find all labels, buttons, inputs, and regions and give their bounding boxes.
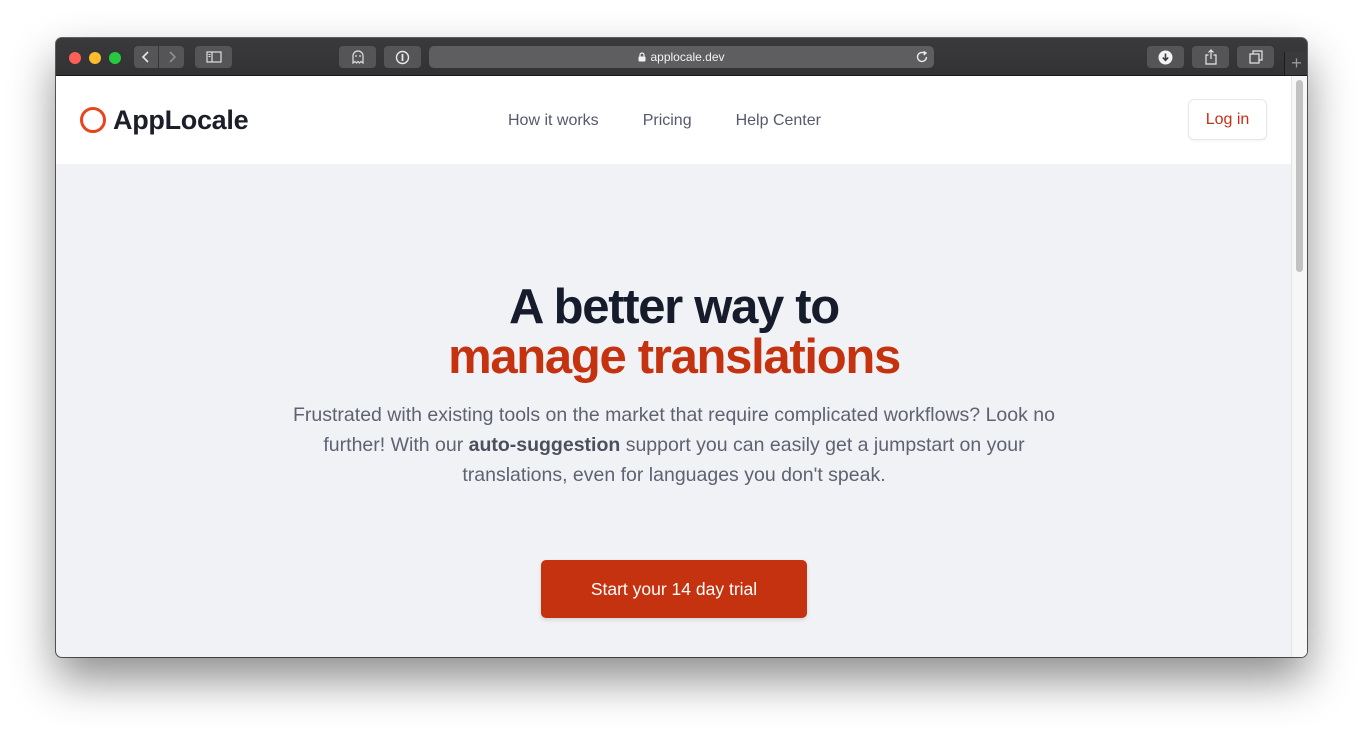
chevron-right-icon <box>168 51 176 63</box>
hero-section: A better way to manage translations Frus… <box>56 164 1292 657</box>
address-bar[interactable]: applocale.dev <box>429 46 934 68</box>
page-viewport: AppLocale How it works Pricing Help Cent… <box>56 76 1307 657</box>
start-trial-button[interactable]: Start your 14 day trial <box>541 560 807 618</box>
reload-icon[interactable] <box>914 49 930 65</box>
hero-description-highlight: auto-suggestion <box>468 434 621 456</box>
zoom-window-button[interactable] <box>109 52 121 64</box>
hero-headline-line-2: manage translations <box>448 330 901 384</box>
nav-link-pricing[interactable]: Pricing <box>643 112 692 130</box>
chevron-left-icon <box>141 51 149 63</box>
ghost-icon <box>351 49 364 64</box>
brand-name: AppLocale <box>113 104 249 135</box>
downloads-button[interactable] <box>1147 46 1184 68</box>
password-extension-button[interactable] <box>384 46 421 68</box>
back-button[interactable] <box>134 46 158 68</box>
tabs-overview-icon <box>1248 50 1263 64</box>
site-header: AppLocale How it works Pricing Help Cent… <box>56 76 1292 164</box>
login-button[interactable]: Log in <box>1188 99 1267 140</box>
nav-link-help-center[interactable]: Help Center <box>736 112 821 130</box>
forward-button[interactable] <box>159 46 184 68</box>
nav-link-how-it-works[interactable]: How it works <box>508 112 599 130</box>
lock-icon <box>638 52 646 62</box>
share-icon <box>1204 49 1217 65</box>
close-window-button[interactable] <box>69 52 81 64</box>
main-nav: How it works Pricing Help Center <box>508 112 865 130</box>
share-button[interactable] <box>1192 46 1229 68</box>
tab-overview-button[interactable] <box>1237 46 1274 68</box>
logo-ring-icon <box>80 107 106 133</box>
browser-toolbar: applocale.dev + <box>56 38 1307 76</box>
scrollbar-thumb[interactable] <box>1296 80 1303 272</box>
download-icon <box>1158 50 1173 64</box>
hero-description: Frustrated with existing tools on the ma… <box>289 400 1059 490</box>
minimize-window-button[interactable] <box>89 52 101 64</box>
sidebar-icon <box>205 51 222 63</box>
new-tab-button[interactable]: + <box>1284 52 1307 75</box>
hero-headline-line-1: A better way to <box>509 280 840 334</box>
sidebar-button[interactable] <box>195 46 232 68</box>
ghostery-extension-button[interactable] <box>339 46 376 68</box>
scrollbar[interactable] <box>1291 76 1307 657</box>
browser-window: applocale.dev + AppLocale How it works P… <box>56 38 1307 657</box>
brand-logo[interactable]: AppLocale <box>80 104 249 135</box>
password-icon <box>395 50 410 64</box>
url-text: applocale.dev <box>650 50 725 64</box>
